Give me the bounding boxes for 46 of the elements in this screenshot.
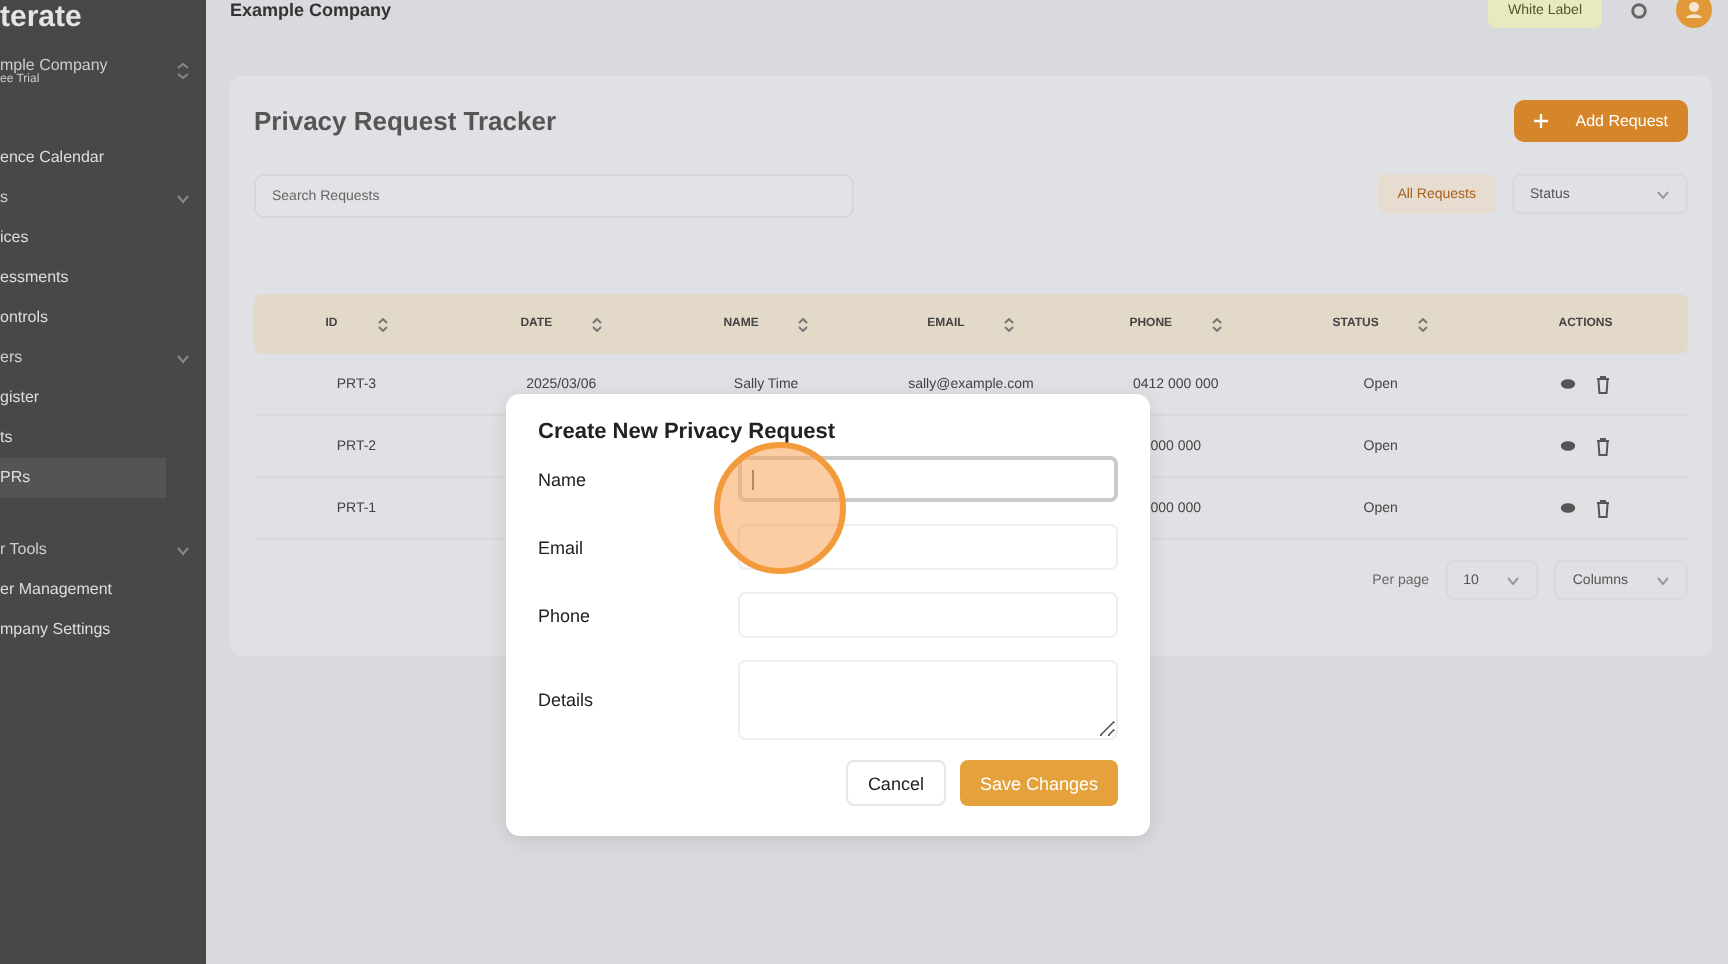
- text-cursor: [752, 470, 754, 490]
- view-icon[interactable]: [1560, 500, 1577, 516]
- sidebar-item[interactable]: essments: [0, 258, 206, 298]
- sidebar-section[interactable]: r Tools: [0, 530, 206, 570]
- logo: terate: [0, 0, 84, 36]
- chevron-icon: [176, 545, 190, 555]
- sidebar-item[interactable]: mpany Settings: [0, 610, 206, 650]
- view-icon[interactable]: [1560, 438, 1577, 454]
- sort-icon: [1418, 317, 1429, 331]
- trash-icon[interactable]: [1596, 499, 1611, 517]
- field-label: Name: [538, 469, 589, 489]
- trash-icon[interactable]: [1596, 375, 1611, 393]
- plus-icon: [1533, 114, 1548, 128]
- field-label: Details: [538, 690, 596, 710]
- expand-icon[interactable]: [176, 62, 190, 80]
- sort-icon: [592, 317, 603, 331]
- dialog-title: Create New Privacy Request: [538, 420, 838, 444]
- settings-icon[interactable]: [1630, 1, 1648, 19]
- sort-icon: [377, 317, 388, 331]
- trash-icon[interactable]: [1596, 437, 1611, 455]
- page-title: Privacy Request Tracker: [254, 106, 557, 136]
- sidebar-item[interactable]: ices: [0, 218, 206, 258]
- sort-icon: [1212, 317, 1223, 331]
- chevron-icon: [176, 353, 190, 363]
- chevron-icon: [1656, 575, 1670, 585]
- details-field[interactable]: [738, 660, 1118, 740]
- cancel-button[interactable]: Cancel: [845, 760, 946, 806]
- sidebar-item[interactable]: er Management: [0, 570, 206, 610]
- chevron-icon: [176, 193, 190, 203]
- field-label: Phone: [538, 605, 593, 625]
- sidebar-item[interactable]: PRs: [0, 458, 166, 498]
- sidebar-section[interactable]: ers: [0, 338, 206, 378]
- field-label: Email: [538, 537, 586, 557]
- sidebar-item[interactable]: ontrols: [0, 298, 206, 338]
- sidebar-item[interactable]: ts: [0, 418, 206, 458]
- sort-icon: [1004, 317, 1015, 331]
- input-field[interactable]: [738, 456, 1118, 502]
- view-icon[interactable]: [1560, 376, 1577, 392]
- company-title: Example Company: [230, 0, 392, 20]
- sidebar-item[interactable]: ence Calendar: [0, 138, 206, 178]
- chevron-icon: [1506, 575, 1521, 585]
- sidebar-item[interactable]: gister: [0, 378, 206, 418]
- sidebar-section[interactable]: s: [0, 178, 206, 218]
- company-name: mple Company: [0, 56, 108, 74]
- sort-icon: [798, 317, 809, 331]
- chevron-icon: [1656, 189, 1670, 199]
